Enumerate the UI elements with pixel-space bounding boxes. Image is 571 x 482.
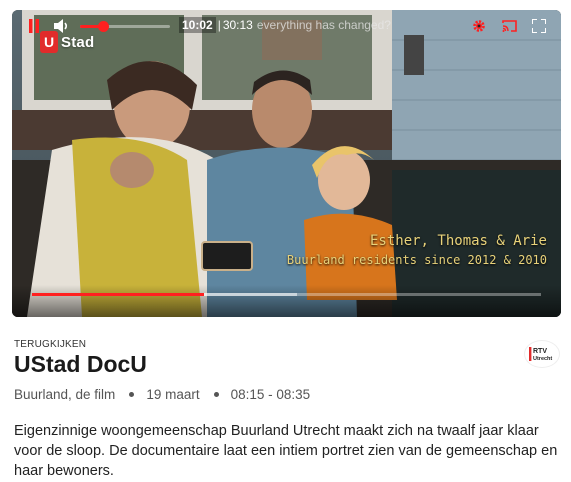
volume-knob[interactable]	[97, 21, 109, 32]
time-display: 10:02 | 30:13 everything has changed?	[179, 17, 391, 33]
broadcast-date: 19 maart	[146, 387, 200, 402]
ustad-logo-text: Stad	[61, 33, 95, 51]
time-separator: |	[217, 18, 221, 32]
meta-separator-dot	[213, 392, 219, 397]
volume-icon[interactable]	[54, 19, 70, 33]
ustad-logo-mark: U	[40, 31, 58, 53]
video-subtitle-names: Esther, Thomas & Arie	[369, 233, 547, 249]
progress-fill	[32, 293, 205, 296]
meta-separator-dot	[129, 392, 135, 397]
progress-bar[interactable]	[32, 293, 541, 296]
video-subtitle-info: Buurland residents since 2012 & 2010	[286, 253, 547, 267]
video-frame[interactable]	[12, 10, 561, 317]
pause-icon[interactable]	[28, 19, 40, 33]
fullscreen-icon[interactable]	[532, 19, 546, 33]
kicker-label: TERUGKIJKEN	[14, 339, 87, 350]
caption-text: everything has changed?	[256, 18, 391, 32]
program-title: UStad DocU	[14, 351, 147, 377]
program-description: Eigenzinnige woongemeenschap Buurland Ut…	[14, 423, 558, 479]
settings-icon[interactable]	[472, 19, 486, 33]
series-name: Buurland, de film	[14, 387, 116, 402]
station-logo-line1: RTV	[533, 348, 547, 355]
video-player[interactable]: U Stad Esther, Thomas & Arie Buurland re…	[12, 10, 561, 317]
current-time: 10:02	[179, 17, 216, 33]
station-logo-line2: Utrecht	[533, 356, 552, 362]
volume-slider[interactable]	[80, 21, 170, 32]
cast-icon[interactable]	[502, 19, 517, 33]
broadcast-time: 08:15 - 08:35	[230, 387, 311, 402]
program-meta: Buurland, de film 19 maart 08:15 - 08:35	[14, 387, 310, 402]
duration: 30:13	[222, 18, 253, 32]
rtv-utrecht-logo: RTV Utrecht	[525, 341, 559, 367]
ustad-logo: U Stad	[40, 31, 94, 53]
player-controls	[12, 285, 561, 317]
